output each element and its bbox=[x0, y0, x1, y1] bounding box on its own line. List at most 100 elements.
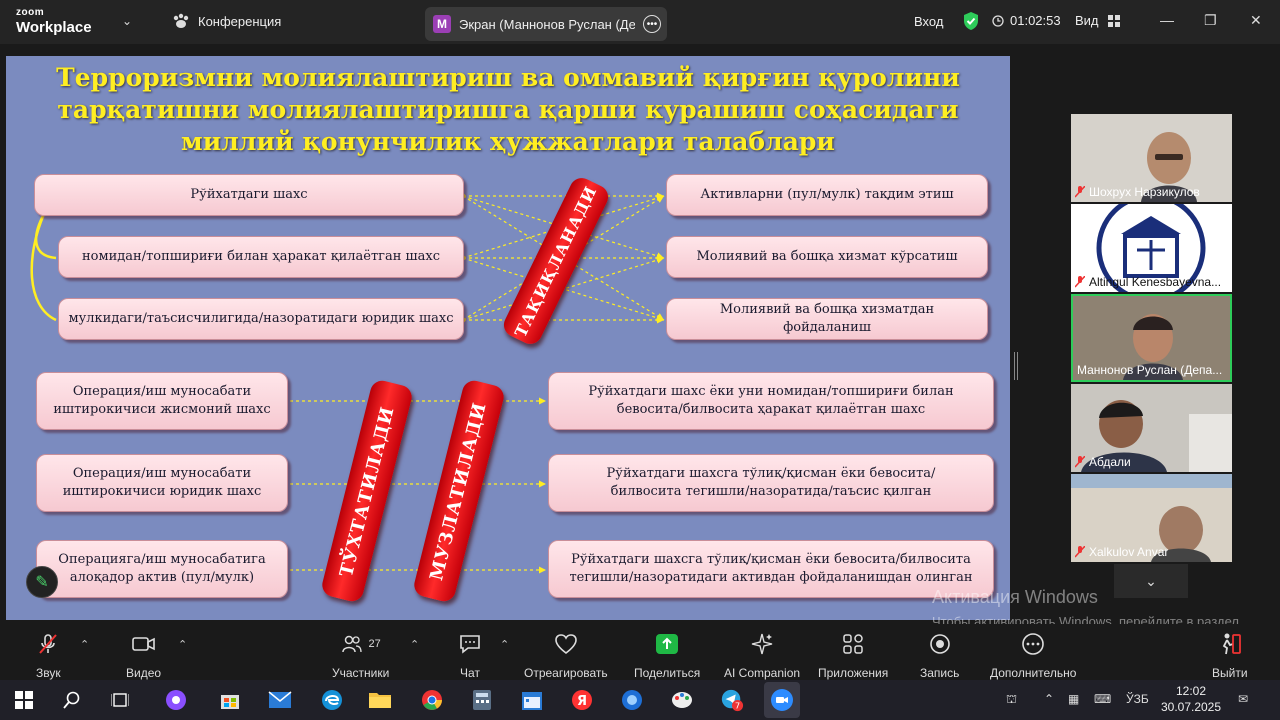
shield-check-icon[interactable] bbox=[962, 11, 980, 31]
record-icon bbox=[929, 634, 950, 654]
more-icon[interactable]: ••• bbox=[643, 15, 661, 33]
participant-name: Altingul Kenesbayevna... bbox=[1075, 275, 1221, 289]
participant-name: Маннонов Руслан (Депа... bbox=[1077, 363, 1222, 377]
chevron-up-icon[interactable]: ⌃ bbox=[410, 638, 419, 651]
controlled-entity-box: мулкидаги/таъсисчилигида/назоратидаги юр… bbox=[58, 298, 464, 340]
grid-icon bbox=[1107, 14, 1120, 27]
more-icon bbox=[1022, 633, 1044, 655]
tab-title: Экран (Маннонов Руслан (Депар bbox=[459, 16, 635, 32]
windows-start-icon[interactable] bbox=[12, 688, 36, 712]
taskbar-clock[interactable]: 12:02 30.07.2025 bbox=[1160, 683, 1222, 715]
file-explorer-icon[interactable] bbox=[368, 688, 392, 712]
participant-name-text: Маннонов Руслан (Депа... bbox=[1077, 363, 1223, 377]
chat-button[interactable]: Чат bbox=[458, 632, 482, 680]
video-label: Видео bbox=[126, 666, 162, 680]
shared-screen-tab[interactable]: M Экран (Маннонов Руслан (Депар ••• bbox=[425, 7, 667, 41]
person-settings-icon[interactable]: ⛫ bbox=[1006, 692, 1017, 708]
mic-muted-icon bbox=[39, 634, 58, 654]
yandex-browser-icon[interactable]: Я bbox=[570, 688, 594, 712]
annotate-pencil-icon[interactable]: ✎ bbox=[26, 566, 58, 598]
mail-icon[interactable] bbox=[268, 688, 292, 712]
box-line: бевосита/билвосита ҳаракат қилаётган шах… bbox=[616, 402, 926, 417]
record-button[interactable]: Запись bbox=[920, 632, 959, 680]
owned-controlled-box: Рўйхатдаги шахсга тўлиқ/қисман ёки бевос… bbox=[548, 454, 994, 512]
leave-button[interactable]: Выйти bbox=[1212, 632, 1248, 680]
apps-label: Приложения bbox=[818, 666, 889, 680]
chevron-down-icon[interactable]: ⌄ bbox=[122, 14, 132, 28]
participant-tile-active-speaker[interactable]: Маннонов Руслан (Депа... bbox=[1071, 294, 1232, 382]
participants-label: Участники bbox=[332, 666, 390, 680]
panel-resize-handle[interactable] bbox=[1014, 352, 1018, 380]
view-menu[interactable]: Вид bbox=[1075, 13, 1121, 28]
ai-companion-label: AI Companion bbox=[724, 666, 801, 680]
minimize-icon[interactable]: — bbox=[1160, 12, 1174, 28]
chevron-up-icon[interactable]: ⌃ bbox=[80, 638, 89, 651]
restore-icon[interactable]: ❐ bbox=[1204, 12, 1217, 29]
audio-button[interactable]: Звук bbox=[36, 632, 61, 680]
participant-tile[interactable]: Altingul Kenesbayevna... bbox=[1071, 204, 1232, 292]
participant-name-text: Xalkulov Anvar bbox=[1089, 545, 1169, 559]
chevron-up-icon[interactable]: ⌃ bbox=[178, 638, 187, 651]
clock-time: 12:02 bbox=[1175, 684, 1207, 698]
camera-icon bbox=[131, 637, 155, 651]
alice-assistant-icon[interactable] bbox=[164, 688, 188, 712]
login-button[interactable]: Вход bbox=[914, 14, 943, 29]
participant-name-text: Абдали bbox=[1089, 455, 1131, 469]
network-icon[interactable]: ▦ bbox=[1068, 692, 1079, 706]
windows-activation-title: Активация Windows bbox=[932, 587, 1098, 607]
video-button[interactable]: Видео bbox=[126, 632, 161, 680]
react-button[interactable]: Отреагировать bbox=[524, 632, 608, 680]
scroll-down-icon[interactable]: ⌄ bbox=[1114, 564, 1188, 598]
more-button[interactable]: Дополнительно bbox=[990, 632, 1076, 680]
heart-icon bbox=[555, 634, 577, 655]
participant-tile[interactable]: Шохрух Нарзикулов bbox=[1071, 114, 1232, 202]
related-asset-box: Операцияга/иш муносабатига алоқадор актив… bbox=[36, 540, 288, 598]
notifications-icon[interactable]: ✉ bbox=[1238, 692, 1248, 706]
apps-button[interactable]: Приложения bbox=[818, 632, 888, 680]
box-line: алоқадор актив (пул/мулк) bbox=[69, 570, 255, 585]
participants-count: 27 bbox=[368, 638, 381, 650]
chevron-up-icon[interactable]: ⌃ bbox=[500, 638, 509, 651]
participant-name-text: Altingul Kenesbayevna... bbox=[1089, 275, 1222, 289]
edge-icon[interactable] bbox=[320, 688, 344, 712]
ai-companion-button[interactable]: AI Companion bbox=[724, 632, 800, 680]
keyboard-icon[interactable]: ⌨ bbox=[1094, 692, 1111, 706]
react-label: Отреагировать bbox=[524, 666, 608, 680]
audio-label: Звук bbox=[36, 666, 61, 680]
chevron-up-icon[interactable]: ⌃ bbox=[1044, 692, 1054, 706]
share-button[interactable]: Поделиться bbox=[634, 632, 700, 680]
box-line: Рўйхатдаги шахс ёки уни номидан/топшириғ… bbox=[588, 384, 954, 399]
store-icon[interactable] bbox=[218, 688, 242, 712]
box-line: билвосита тегишли/назоратида/таъсис қилг… bbox=[610, 484, 932, 499]
paint-icon[interactable] bbox=[670, 688, 694, 712]
clock-date: 30.07.2025 bbox=[1160, 700, 1222, 714]
telegram-icon[interactable]: 7 bbox=[720, 688, 744, 712]
search-icon[interactable] bbox=[60, 688, 84, 712]
participant-tile[interactable]: Xalkulov Anvar bbox=[1071, 474, 1232, 562]
calculator-icon[interactable] bbox=[470, 688, 494, 712]
participant-name: Xalkulov Anvar bbox=[1075, 545, 1168, 559]
derived-income-box: Рўйхатдаги шахсга тўлиқ/қисман ёки бевос… bbox=[548, 540, 994, 598]
box-line: Операция/иш муносабати bbox=[72, 466, 252, 481]
zoom-taskbar-icon[interactable] bbox=[764, 682, 800, 718]
individual-participant-box: Операция/иш муносабати иштирокичиси жисмо… bbox=[36, 372, 288, 430]
close-icon[interactable]: ✕ bbox=[1250, 12, 1262, 29]
task-view-icon[interactable] bbox=[108, 688, 132, 712]
calendar-icon[interactable] bbox=[520, 688, 544, 712]
mic-off-icon bbox=[1075, 456, 1085, 468]
box-line: тегишли/назоратидаги активдан фойдаланиш… bbox=[569, 570, 973, 585]
participants-button[interactable]: 27 Участники bbox=[332, 632, 389, 680]
conference-menu[interactable]: Конференция bbox=[172, 13, 281, 29]
chrome-icon[interactable] bbox=[420, 688, 444, 712]
timer-value: 01:02:53 bbox=[1010, 13, 1061, 28]
box-line: иштирокичиси жисмоний шахс bbox=[53, 402, 271, 417]
language-indicator[interactable]: ЎЗБ bbox=[1126, 692, 1149, 706]
shared-slide: Терроризмни молиялаштириш ва оммавий қир… bbox=[6, 56, 1010, 620]
svg-text:Я: Я bbox=[577, 694, 587, 709]
participant-tile[interactable]: Абдали bbox=[1071, 384, 1232, 472]
app-icon[interactable] bbox=[620, 688, 644, 712]
leave-label: Выйти bbox=[1212, 666, 1248, 680]
box-line: Операцияга/иш муносабатига bbox=[58, 552, 266, 567]
meeting-toolbar: Звук ⌃ Видео ⌃ 27 Участники ⌃ Чат ⌃ Отре… bbox=[0, 624, 1280, 680]
listed-person-box: Рўйхатдаги шахс bbox=[34, 174, 464, 216]
